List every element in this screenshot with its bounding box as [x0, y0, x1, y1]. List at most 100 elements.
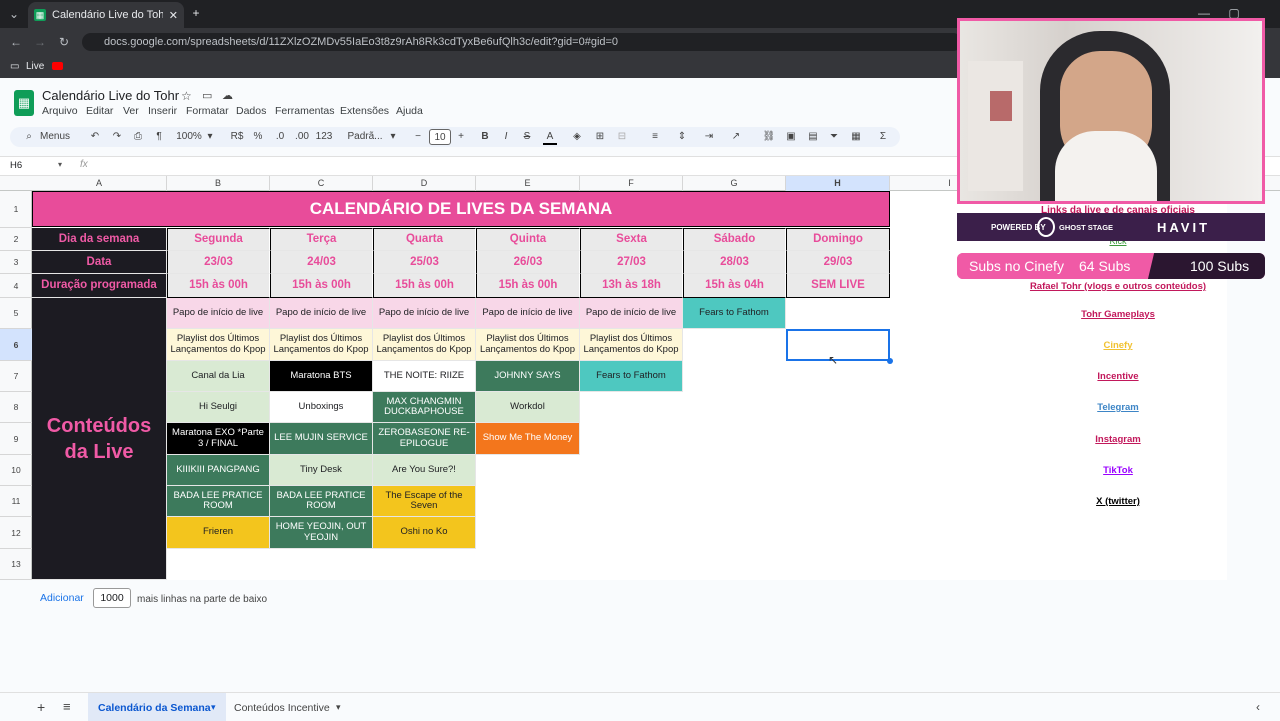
redo-icon[interactable]: ↷	[110, 129, 124, 145]
add-rows-button[interactable]: Adicionar	[40, 592, 84, 604]
insert-link-icon[interactable]: ⛓	[762, 129, 776, 145]
content-cell[interactable]: Papo de início de live	[167, 298, 270, 329]
date-cell[interactable]: 28/03	[683, 251, 786, 274]
back-icon[interactable]: ←	[8, 35, 24, 49]
menu-dados[interactable]: Dados	[236, 105, 266, 117]
date-cell[interactable]: 29/03	[786, 251, 890, 274]
column-header-a[interactable]: A	[32, 176, 167, 191]
tab-list-icon[interactable]: ⌄	[6, 7, 22, 21]
content-cell[interactable]: The Escape of the Seven	[373, 486, 476, 517]
link-item[interactable]: Tohr Gameplays	[963, 309, 1273, 320]
link-item[interactable]: Instagram	[963, 434, 1273, 445]
document-title[interactable]: Calendário Live do Tohr	[42, 88, 179, 103]
content-cell[interactable]: KIIIKIII PANGPANG	[167, 455, 270, 486]
row-header-12[interactable]: 12	[0, 517, 32, 549]
content-cell[interactable]: Playlist dos Últimos Lançamentos do Kpop	[476, 329, 580, 361]
row-header-8[interactable]: 8	[0, 392, 32, 423]
add-rows-count-input[interactable]: 1000	[93, 588, 131, 608]
content-cell[interactable]: Hi Seulgi	[167, 392, 270, 423]
content-label[interactable]: Conteúdos da Live	[32, 298, 167, 580]
day-header[interactable]: Segunda	[167, 228, 270, 251]
duration-cell[interactable]: 15h às 00h	[167, 274, 270, 298]
cloud-status-icon[interactable]: ☁	[222, 89, 233, 102]
menu-ferramentas[interactable]: Ferramentas	[275, 105, 335, 117]
insert-chart-icon[interactable]: ▤	[806, 129, 820, 145]
day-header[interactable]: Domingo	[786, 228, 890, 251]
content-cell[interactable]: Fears to Fathom	[580, 361, 683, 392]
menu-arquivo[interactable]: Arquivo	[42, 105, 78, 117]
italic-icon[interactable]: I	[500, 129, 512, 145]
sheets-logo-icon[interactable]: ▦	[14, 90, 34, 116]
date-cell[interactable]: 26/03	[476, 251, 580, 274]
zoom-select[interactable]: 100%	[174, 129, 204, 145]
row-label-duration[interactable]: Duração programada	[32, 274, 167, 298]
row-header-7[interactable]: 7	[0, 361, 32, 392]
menu-editar[interactable]: Editar	[86, 105, 113, 117]
borders-icon[interactable]: ⊞	[593, 129, 607, 145]
column-header-g[interactable]: G	[683, 176, 786, 191]
menu-formatar[interactable]: Formatar	[186, 105, 229, 117]
row-header-11[interactable]: 11	[0, 486, 32, 517]
text-wrap-icon[interactable]: ⇥	[702, 129, 716, 145]
content-cell[interactable]: Maratona BTS	[270, 361, 373, 392]
row-header-3[interactable]: 3	[0, 251, 32, 274]
paint-format-icon[interactable]: ¶	[152, 129, 166, 145]
link-item[interactable]: Telegram	[963, 402, 1273, 413]
column-header-f[interactable]: F	[580, 176, 683, 191]
bookmark-live[interactable]: Live	[26, 61, 44, 72]
font-select[interactable]: Padrã...	[345, 129, 385, 145]
content-cell[interactable]: Unboxings	[270, 392, 373, 423]
content-cell[interactable]: Show Me The Money	[476, 423, 580, 455]
link-item[interactable]: X (twitter)	[963, 496, 1273, 507]
column-header-e[interactable]: E	[476, 176, 580, 191]
percent-button[interactable]: %	[252, 129, 264, 145]
decrease-decimal-button[interactable]: .0	[272, 129, 288, 145]
merge-cells-icon[interactable]: ⊟	[615, 129, 629, 145]
menus-search[interactable]: Menus	[40, 129, 74, 145]
close-tab-icon[interactable]: ✕	[169, 9, 178, 22]
content-cell[interactable]: Playlist dos Últimos Lançamentos do Kpop	[373, 329, 476, 361]
sheet-tab-incentive[interactable]: Conteúdos Incentive	[234, 702, 330, 714]
content-cell[interactable]: Are You Sure?!	[373, 455, 476, 486]
youtube-icon[interactable]	[52, 62, 63, 70]
font-dropdown-icon[interactable]: ▾	[388, 129, 398, 145]
bold-icon[interactable]: B	[479, 129, 491, 145]
content-cell[interactable]: Playlist dos Últimos Lançamentos do Kpop	[580, 329, 683, 361]
all-sheets-icon[interactable]: ≡	[63, 699, 71, 714]
row-label-date[interactable]: Data	[32, 251, 167, 274]
content-cell[interactable]: ZEROBASEONE RE-EPILOGUE	[373, 423, 476, 455]
zoom-dropdown-icon[interactable]: ▾	[205, 129, 215, 145]
menu-ajuda[interactable]: Ajuda	[396, 105, 423, 117]
content-cell[interactable]: BADA LEE PRATICE ROOM	[167, 486, 270, 517]
row-header-9[interactable]: 9	[0, 423, 32, 455]
content-cell[interactable]: Playlist dos Últimos Lançamentos do Kpop	[270, 329, 373, 361]
content-cell[interactable]: THE NOITE: RIIZE	[373, 361, 476, 392]
day-header[interactable]: Sexta	[580, 228, 683, 251]
move-folder-icon[interactable]: ▭	[202, 89, 212, 102]
currency-button[interactable]: R$	[228, 129, 246, 145]
duration-cell[interactable]: SEM LIVE	[786, 274, 890, 298]
content-cell[interactable]: Canal da Lia	[167, 361, 270, 392]
row-header-10[interactable]: 10	[0, 455, 32, 486]
day-header[interactable]: Quinta	[476, 228, 580, 251]
strikethrough-icon[interactable]: S	[521, 129, 533, 145]
content-cell[interactable]: Frieren	[167, 517, 270, 549]
url-field[interactable]: docs.google.com/spreadsheets/d/11ZXlzOZM…	[82, 33, 962, 51]
reload-icon[interactable]: ↻	[56, 35, 72, 49]
row-header-5[interactable]: 5	[0, 298, 32, 329]
star-icon[interactable]: ☆	[181, 89, 192, 103]
content-cell[interactable]: Tiny Desk	[270, 455, 373, 486]
day-header[interactable]: Quarta	[373, 228, 476, 251]
horizontal-align-icon[interactable]: ≡	[648, 129, 662, 145]
font-size-input[interactable]: 10	[429, 129, 451, 145]
date-cell[interactable]: 25/03	[373, 251, 476, 274]
column-header-h[interactable]: H	[786, 176, 890, 191]
content-cell[interactable]: Papo de início de live	[580, 298, 683, 329]
sheet-tab-active[interactable]: Calendário da Semana ▾	[88, 693, 226, 721]
row-header-4[interactable]: 4	[0, 274, 32, 298]
duration-cell[interactable]: 15h às 00h	[476, 274, 580, 298]
link-item[interactable]: Rafael Tohr (vlogs e outros conteúdos)	[963, 281, 1273, 292]
font-size-decrease-icon[interactable]: −	[412, 129, 424, 145]
name-box-dropdown-icon[interactable]: ▾	[58, 160, 62, 169]
content-cell[interactable]: MAX CHANGMIN DUCKBAPHOUSE	[373, 392, 476, 423]
